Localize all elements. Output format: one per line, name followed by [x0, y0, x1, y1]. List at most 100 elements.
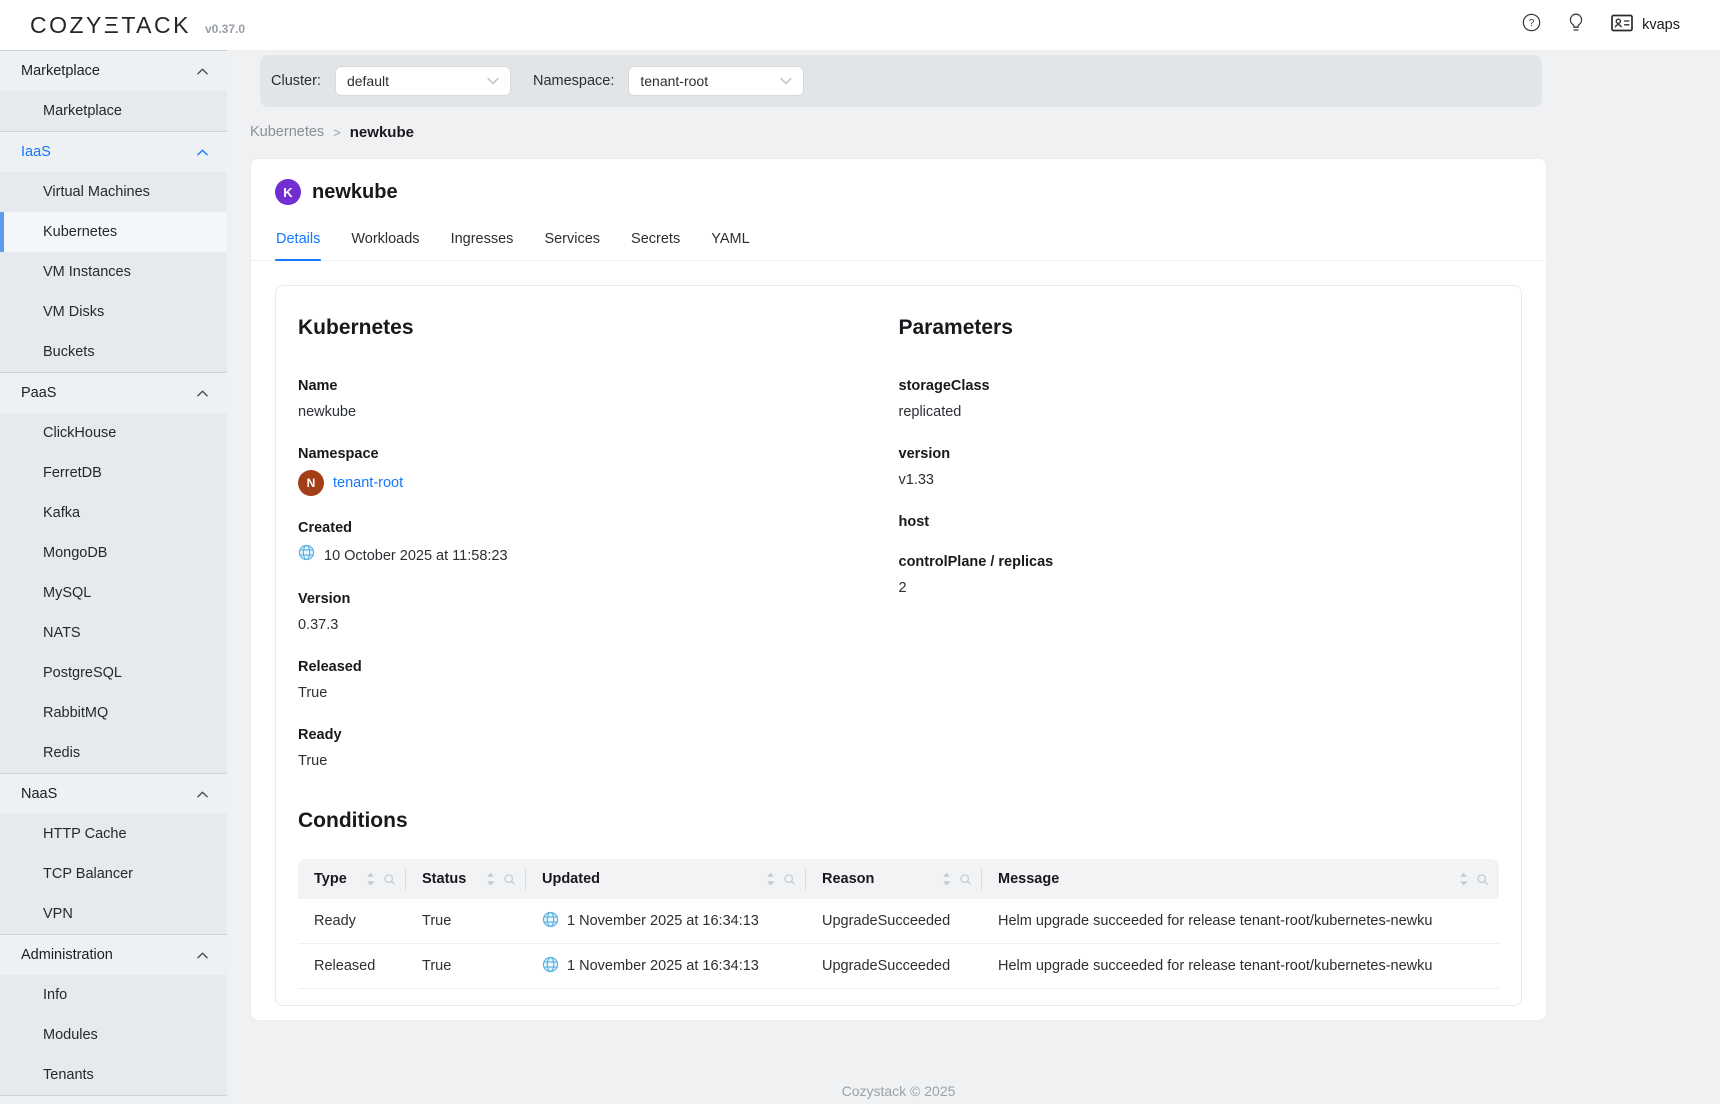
sidebar-item-mongodb[interactable]: MongoDB [0, 533, 227, 573]
field-value: Ntenant-root [298, 470, 899, 496]
search-icon[interactable] [783, 873, 796, 886]
sidebar-item-tenants[interactable]: Tenants [0, 1055, 227, 1095]
sidebar-item-kubernetes[interactable]: Kubernetes [0, 212, 227, 252]
cluster-select[interactable]: default [335, 66, 511, 96]
sidebar-item-postgresql[interactable]: PostgreSQL [0, 653, 227, 693]
column-header-icons [366, 872, 396, 886]
sidebar-item-buckets[interactable]: Buckets [0, 332, 227, 372]
sidebar-item-vpn[interactable]: VPN [0, 894, 227, 934]
cell-updated: 1 November 2025 at 16:34:13 [526, 956, 806, 977]
sidebar-item-label: Virtual Machines [43, 184, 150, 200]
user-menu[interactable]: kvaps [1611, 14, 1680, 36]
search-icon[interactable] [959, 873, 972, 886]
cell-reason: UpgradeSucceeded [806, 958, 982, 974]
sidebar-item-label: Redis [43, 745, 80, 761]
footer-copyright: Cozystack © 2025 [250, 1083, 1547, 1099]
parameters-section: Parameters storageClassreplicatedversion… [899, 316, 1500, 795]
tab-workloads[interactable]: Workloads [350, 225, 420, 260]
field-label: host [899, 514, 1500, 530]
sidebar-item-redis[interactable]: Redis [0, 733, 227, 773]
context-bar: Cluster: default Namespace: tenant-root [260, 55, 1542, 107]
help-button[interactable]: ? [1522, 13, 1541, 37]
tab-details[interactable]: Details [275, 225, 321, 260]
sidebar-item-mysql[interactable]: MySQL [0, 573, 227, 613]
sidebar-item-tcp-balancer[interactable]: TCP Balancer [0, 854, 227, 894]
sidebar-group-marketplace: Marketplace Marketplace [0, 51, 227, 131]
search-icon[interactable] [503, 873, 516, 886]
field-storageclass: storageClassreplicated [899, 378, 1500, 422]
field-label: Ready [298, 727, 899, 743]
field-label: Namespace [298, 446, 899, 462]
column-header-updated: Updated [526, 859, 806, 899]
column-header-message: Message [982, 859, 1499, 899]
chevron-up-icon [197, 390, 208, 397]
sidebar-group-header-paas[interactable]: PaaS [0, 373, 227, 413]
sidebar-item-kafka[interactable]: Kafka [0, 493, 227, 533]
sidebar-group-header-marketplace[interactable]: Marketplace [0, 51, 227, 91]
sort-icon[interactable] [942, 872, 951, 886]
sort-icon[interactable] [486, 872, 495, 886]
details-panel: Kubernetes NamenewkubeNamespaceNtenant-r… [275, 285, 1522, 1006]
chevron-up-icon [197, 952, 208, 959]
search-icon[interactable] [383, 873, 396, 886]
sidebar-group-administration: Administration Info Modules Tenants [0, 934, 227, 1095]
sidebar-item-info[interactable]: Info [0, 975, 227, 1015]
sidebar-item-label: Buckets [43, 344, 95, 360]
sidebar-group-naas: NaaS HTTP Cache TCP BalancerVPN [0, 773, 227, 934]
sidebar-group-header-naas[interactable]: NaaS [0, 774, 227, 814]
cell-text: 1 November 2025 at 16:34:13 [567, 913, 759, 929]
sidebar-item-modules[interactable]: Modules [0, 1015, 227, 1055]
sidebar-item-label: Kubernetes [43, 224, 117, 240]
sidebar-item-clickhouse[interactable]: ClickHouse [0, 413, 227, 453]
field-value: 2 [899, 578, 1500, 598]
sidebar-item-vm-disks[interactable]: VM Disks [0, 292, 227, 332]
tab-services[interactable]: Services [543, 225, 601, 260]
cell-text: 1 November 2025 at 16:34:13 [567, 958, 759, 974]
tab-yaml[interactable]: YAML [710, 225, 750, 260]
sidebar-item-label: MongoDB [43, 545, 107, 561]
field-label: storageClass [899, 378, 1500, 394]
sidebar-item-label: Tenants [43, 1067, 94, 1083]
sidebar-item-rabbitmq[interactable]: RabbitMQ [0, 693, 227, 733]
search-icon[interactable] [1476, 873, 1489, 886]
chevron-down-icon [780, 77, 792, 85]
column-label: Message [998, 871, 1059, 887]
field-version: Version0.37.3 [298, 591, 899, 635]
resource-card: K newkube DetailsWorkloadsIngressesServi… [250, 158, 1547, 1021]
sidebar-item-vm-instances[interactable]: VM Instances [0, 252, 227, 292]
sidebar-item-virtual-machines[interactable]: Virtual Machines [0, 172, 227, 212]
namespace-select[interactable]: tenant-root [628, 66, 804, 96]
cell-type: Ready [298, 913, 406, 929]
sidebar-group-header-iaas[interactable]: IaaS [0, 132, 227, 172]
sidebar-item-label: HTTP Cache [43, 826, 127, 842]
column-header-icons [942, 872, 972, 886]
field-value: True [298, 751, 899, 771]
field-value-text: 10 October 2025 at 11:58:23 [324, 546, 508, 566]
sidebar-item-nats[interactable]: NATS [0, 613, 227, 653]
field-value: newkube [298, 402, 899, 422]
tab-secrets[interactable]: Secrets [630, 225, 681, 260]
field-label: controlPlane / replicas [899, 554, 1500, 570]
sidebar-overflow-row [0, 1095, 227, 1104]
sidebar-item-http-cache[interactable]: HTTP Cache [0, 814, 227, 854]
sidebar-item-marketplace[interactable]: Marketplace [0, 91, 227, 131]
breadcrumb-kubernetes[interactable]: Kubernetes [250, 124, 324, 140]
field-label: Name [298, 378, 899, 394]
cluster-select-value: default [347, 73, 389, 89]
sidebar-item-ferretdb[interactable]: FerretDB [0, 453, 227, 493]
sidebar-group-header-administration[interactable]: Administration [0, 935, 227, 975]
cell-message: Helm upgrade succeeded for release tenan… [982, 913, 1499, 929]
app-shell: MarketplaceMarketplaceIaaSVirtual Machin… [0, 50, 1720, 1104]
table-row: ReleasedTrue1 November 2025 at 16:34:13U… [298, 944, 1499, 989]
sort-icon[interactable] [1459, 872, 1468, 886]
namespace-link[interactable]: tenant-root [333, 473, 403, 493]
sidebar-group-label: Marketplace [21, 63, 100, 79]
sort-icon[interactable] [766, 872, 775, 886]
column-label: Status [422, 871, 466, 887]
app-logo[interactable]: COZYΞTACK [30, 12, 191, 39]
theme-toggle-button[interactable] [1568, 13, 1584, 37]
svg-text:?: ? [1529, 18, 1535, 29]
sort-icon[interactable] [366, 872, 375, 886]
tab-ingresses[interactable]: Ingresses [450, 225, 515, 260]
sidebar-item-label: Info [43, 987, 67, 1003]
